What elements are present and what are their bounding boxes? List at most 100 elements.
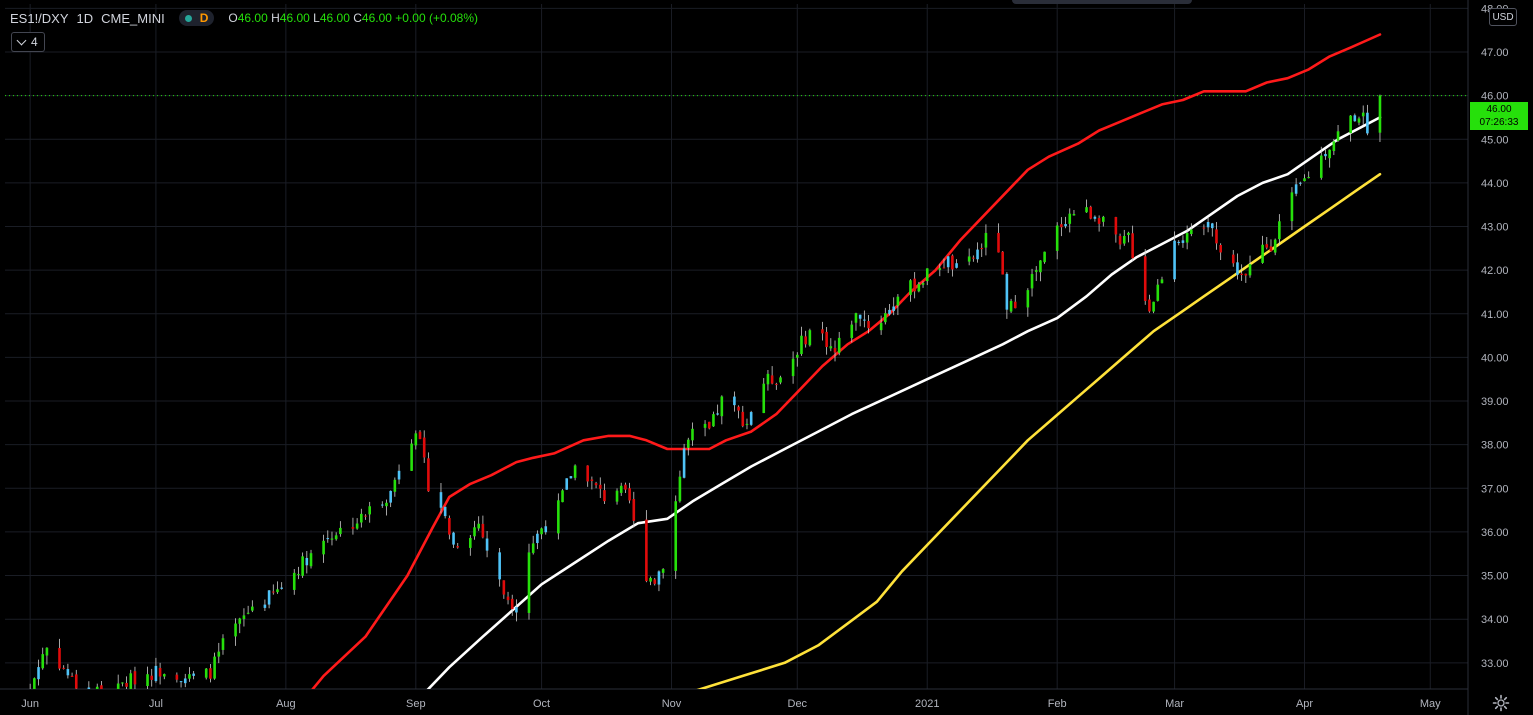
candle-body [1156,284,1160,301]
candle-body [334,535,338,540]
candle-body [749,412,753,425]
candle-body [154,665,158,682]
candle-body [485,538,489,551]
currency-button[interactable]: USD [1489,8,1517,26]
indicators-collapse-button[interactable]: 4 [11,32,45,52]
candle-body [443,506,447,517]
indicator-count: 4 [31,35,38,49]
top-handle[interactable] [1012,0,1192,4]
candle-body [1034,270,1038,272]
candle-body [1357,118,1361,123]
candle-body [628,488,631,501]
change-value: +0.00 (+0.08%) [395,11,478,25]
market-status-badge[interactable]: D [178,10,215,26]
candle-body [414,433,418,446]
candle-body [1303,178,1306,182]
candle-body [1026,290,1030,308]
candle-body [632,499,636,521]
candle-body [1324,153,1327,157]
candle-body [984,232,988,248]
symbol-label[interactable]: ES1!/DXY [10,11,69,26]
candle-body [892,306,895,311]
candle-body [561,490,564,503]
candle-body [217,651,221,657]
candle-body [1009,301,1013,312]
candle-body [309,553,313,567]
candle-body [1143,256,1147,301]
candle-body [1361,112,1365,117]
candle-body [1030,274,1034,289]
candle-body [1039,260,1042,273]
x-tick-label: Oct [533,698,550,710]
candle-body [997,232,1000,253]
candle-body [854,313,858,323]
candle-body [162,674,166,677]
price-chart[interactable]: 33.00 34.00 35.00 36.00 37.00 38.00 39.00 40.00… [0,0,1533,715]
y-tick-label: 37.00 [1481,483,1509,495]
candle-body [837,337,841,353]
candle-body [603,490,606,502]
candle-body [804,336,807,345]
candle-body [661,569,665,573]
candle-body [121,682,124,684]
candle-body [938,268,942,270]
candle-body [1336,131,1340,141]
candle-body [619,485,623,493]
candle-body [204,668,208,678]
gear-icon[interactable] [1492,694,1510,712]
candle-body [1060,224,1063,228]
candle-body [825,331,828,348]
candle-body [1177,241,1181,243]
candle-body [1231,254,1235,264]
candle-body [913,278,916,292]
candle-body [884,313,887,323]
candle-body [385,502,388,507]
candle-body [1278,221,1281,240]
candle-body [238,618,242,624]
candle-body [1001,251,1004,275]
candle-body [448,518,451,535]
high-value: 46.00 [279,11,310,25]
candle-body [766,373,770,385]
candle-body [544,526,548,533]
candle-body [473,527,476,537]
candle-body [422,437,426,458]
candle-body [573,465,577,478]
candle-body [1273,239,1277,253]
candle-body [879,322,883,331]
candle-body [1332,141,1336,152]
candle-body [821,329,824,334]
candle-body [427,458,430,492]
y-tick-label: 43.00 [1481,222,1509,234]
candle-body [917,284,921,292]
candle-body [1294,184,1298,194]
candle-body [95,686,99,689]
candle-body [1248,264,1252,276]
candle-body [410,443,413,471]
chevron-down-icon [16,35,27,45]
candle-body [972,257,975,259]
candle-body [74,674,78,689]
candle-body [686,439,690,448]
candle-body [1068,213,1072,224]
candle-body [242,615,246,619]
candle-body [368,506,372,515]
candle-body [858,314,862,319]
candle-body [339,527,342,535]
candle-body [896,296,900,306]
candle-body [158,667,162,677]
candle-body [1013,301,1017,309]
candle-body [703,423,707,428]
x-tick-label: Jul [149,698,163,710]
candle-body [967,256,971,262]
candle-body [863,319,866,321]
candle-body [251,606,254,611]
candle-body [209,668,212,679]
x-tick-label: Aug [276,698,296,710]
interval-label[interactable]: 1D [77,11,94,26]
candle-body [829,346,833,349]
candle-body [1240,273,1243,276]
candle-body [276,589,279,593]
candle-body [221,638,225,650]
candle-body [469,538,472,548]
